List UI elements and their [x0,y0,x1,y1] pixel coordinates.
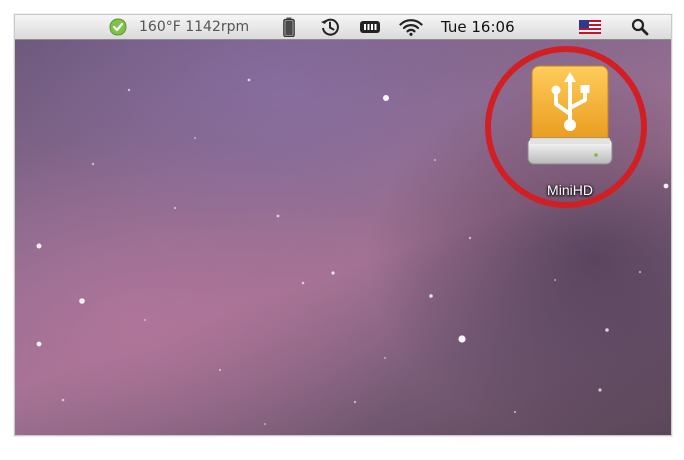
time-machine-icon[interactable] [320,15,340,39]
menu-clock[interactable]: Tue 16:06 [441,15,515,39]
us-flag-icon[interactable] [579,15,601,39]
app-check-icon[interactable] [109,15,127,39]
battery-vertical-icon[interactable] [283,15,295,39]
temperature-fan-readout[interactable]: 160°F 1142rpm [139,15,249,39]
desktop-background: MiniHD [15,40,671,435]
ram-chip-icon[interactable] [359,15,381,39]
menu-bar: 160°F 1142rpm Tue 16:06 [15,15,671,40]
highlight-ring [485,46,647,208]
wifi-icon[interactable] [399,15,423,39]
spotlight-search-icon[interactable] [631,15,649,39]
screenshot-frame: 160°F 1142rpm Tue 16:06 MiniHD [14,14,672,436]
